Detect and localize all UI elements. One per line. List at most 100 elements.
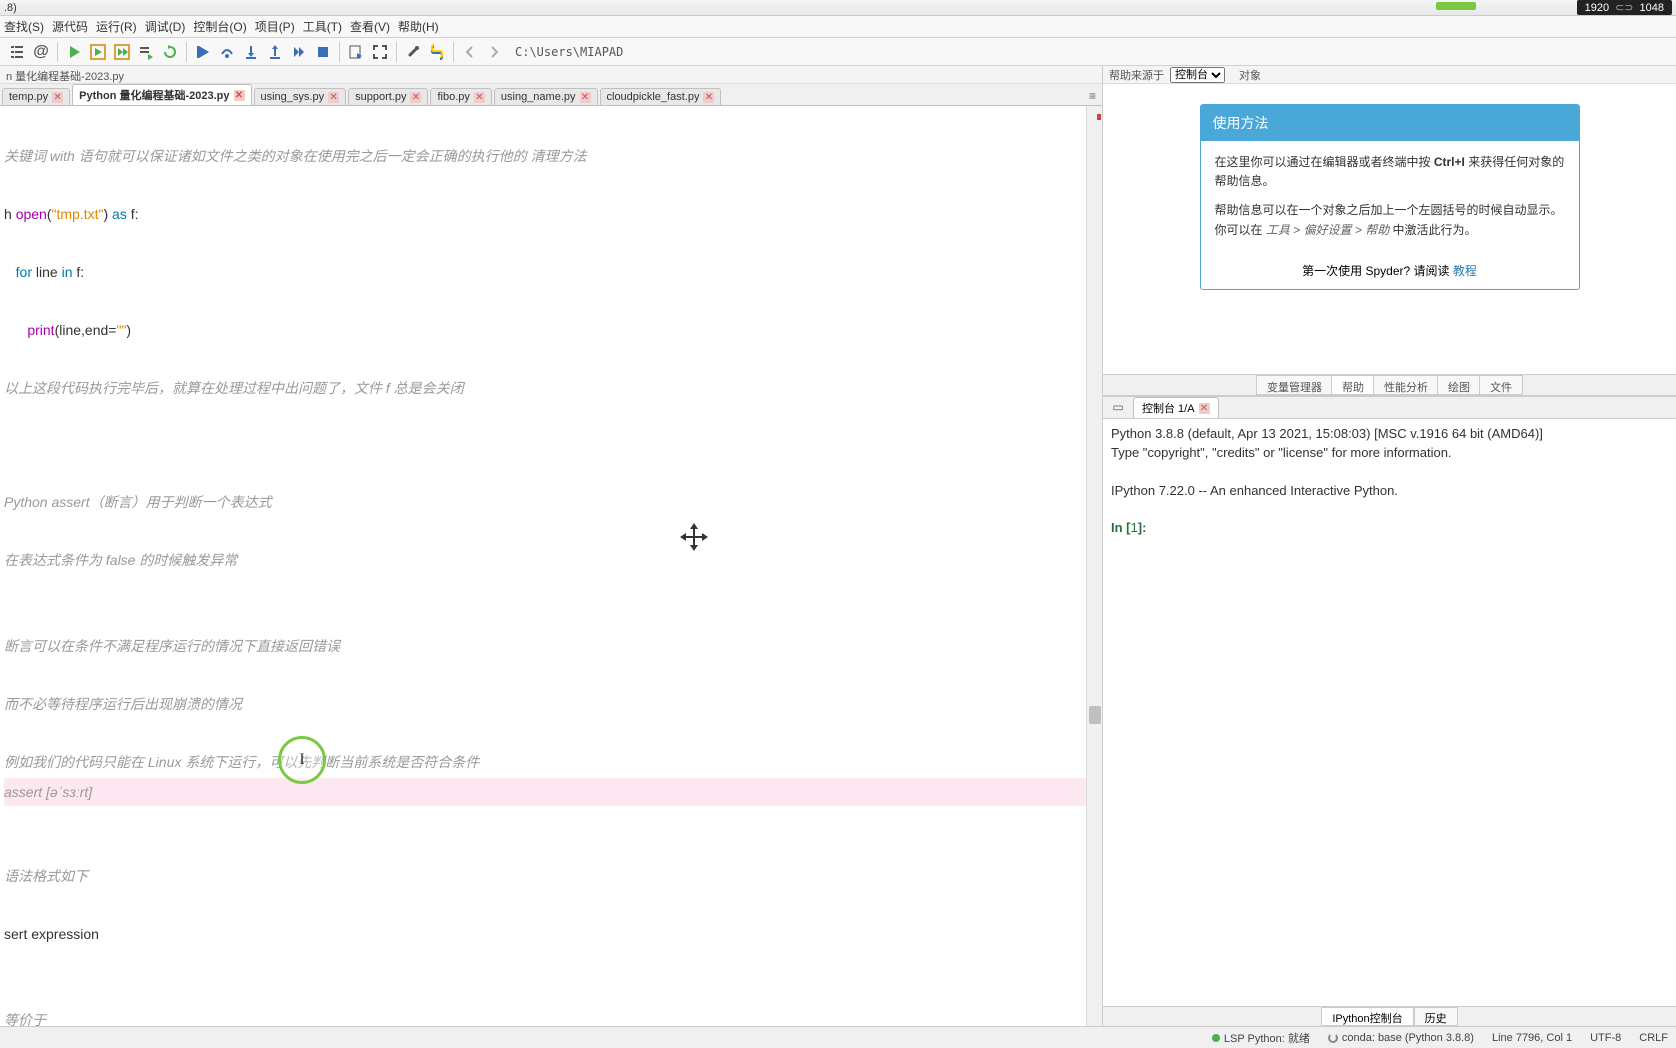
close-icon[interactable]: ✕ (328, 92, 339, 103)
tab-fibo[interactable]: fibo.py✕ (430, 88, 491, 105)
run-selection-icon[interactable] (135, 41, 157, 63)
spinner-icon (1328, 1033, 1338, 1043)
status-conda[interactable]: conda: base (Python 3.8.8) (1328, 1032, 1474, 1044)
code-editor[interactable]: 关键词 with 语句就可以保证诸如文件之类的对象在使用完之后一定会正确的执行他… (0, 106, 1102, 1026)
title-fragment: .8) (4, 2, 17, 14)
close-icon[interactable]: ✕ (703, 92, 714, 103)
outline-icon[interactable] (6, 41, 28, 63)
tab-using-sys[interactable]: using_sys.py✕ (254, 88, 347, 105)
move-cursor-icon (678, 521, 710, 553)
forward-icon[interactable] (483, 41, 505, 63)
close-icon[interactable]: ✕ (52, 92, 63, 103)
separator (396, 42, 397, 62)
link-icon: ⊂⊃ (1615, 1, 1633, 14)
tab-list-icon[interactable]: ≡ (1083, 87, 1102, 105)
menu-debug[interactable]: 调试(D) (145, 18, 186, 35)
console-bottom-tabs: IPython控制台 历史 (1103, 1006, 1676, 1026)
continue-icon[interactable] (288, 41, 310, 63)
tab-temp[interactable]: temp.py✕ (2, 88, 70, 105)
tab-cloudpickle[interactable]: cloudpickle_fast.py✕ (600, 88, 722, 105)
separator (453, 42, 454, 62)
menu-project[interactable]: 项目(P) (255, 18, 295, 35)
menu-console[interactable]: 控制台(O) (193, 18, 246, 35)
tutorial-link[interactable]: 教程 (1453, 264, 1477, 278)
help-source-select[interactable]: 控制台 (1170, 67, 1225, 83)
preferences-icon[interactable] (402, 41, 424, 63)
help-card-body: 在这里你可以通过在编辑器或者终端中按 Ctrl+I 来获得任何对象的帮助信息。 … (1201, 141, 1579, 252)
resolution-indicator: 1920 ⊂⊃ 1048 (1577, 0, 1672, 15)
run-icon[interactable] (63, 41, 85, 63)
help-object-label: 对象 (1239, 67, 1261, 83)
stop-icon[interactable] (312, 41, 334, 63)
workspace: n 量化编程基础-2023.py temp.py✕ Python 量化编程基础-… (0, 66, 1676, 1026)
menu-tools[interactable]: 工具(T) (303, 18, 342, 35)
console-tab-1a[interactable]: 控制台 1/A ✕ (1133, 397, 1219, 418)
console-output[interactable]: Python 3.8.8 (default, Apr 13 2021, 15:0… (1103, 419, 1676, 1006)
rerun-icon[interactable] (159, 41, 181, 63)
tab-files[interactable]: 文件 (1479, 375, 1523, 395)
tab-using-name[interactable]: using_name.py✕ (494, 88, 598, 105)
tab-profiler[interactable]: 性能分析 (1373, 375, 1439, 395)
tab-plots[interactable]: 绘图 (1437, 375, 1481, 395)
help-panel: 使用方法 在这里你可以通过在编辑器或者终端中按 Ctrl+I 来获得任何对象的帮… (1103, 84, 1676, 374)
scroll-warning-marker (1097, 114, 1101, 120)
step-over-icon[interactable] (216, 41, 238, 63)
step-out-icon[interactable] (264, 41, 286, 63)
menu-source[interactable]: 源代码 (52, 18, 88, 35)
help-header: 帮助来源于 控制台 对象 (1103, 66, 1676, 84)
debug-file-icon[interactable] (345, 41, 367, 63)
close-icon[interactable]: ✕ (234, 90, 245, 101)
status-encoding: UTF-8 (1590, 1032, 1621, 1044)
progress-indicator (1436, 2, 1476, 10)
right-pane: 帮助来源于 控制台 对象 使用方法 在这里你可以通过在编辑器或者终端中按 Ctr… (1103, 66, 1676, 1026)
tab-history[interactable]: 历史 (1414, 1007, 1458, 1026)
tab-main[interactable]: Python 量化编程基础-2023.py✕ (72, 84, 251, 105)
close-icon[interactable]: ✕ (1199, 403, 1210, 414)
run-cell-advance-icon[interactable] (111, 41, 133, 63)
help-source-label: 帮助来源于 (1109, 67, 1164, 83)
step-into-icon[interactable] (240, 41, 262, 63)
tab-support[interactable]: support.py✕ (348, 88, 428, 105)
res-height: 1048 (1640, 2, 1664, 14)
editor-pane: n 量化编程基础-2023.py temp.py✕ Python 量化编程基础-… (0, 66, 1103, 1026)
titlebar: .8) 1920 ⊂⊃ 1048 (0, 0, 1676, 16)
toolbar: @ C:\Users\MIAPAD (0, 38, 1676, 66)
menu-run[interactable]: 运行(R) (96, 18, 137, 35)
separator (339, 42, 340, 62)
close-icon[interactable]: ✕ (474, 92, 485, 103)
menu-view[interactable]: 查看(V) (350, 18, 390, 35)
menu-help[interactable]: 帮助(H) (398, 18, 439, 35)
at-icon[interactable]: @ (30, 41, 52, 63)
menubar: 查找(S) 源代码 运行(R) 调试(D) 控制台(O) 项目(P) 工具(T)… (0, 16, 1676, 38)
tab-help[interactable]: 帮助 (1331, 375, 1375, 395)
separator (186, 42, 187, 62)
close-icon[interactable]: ✕ (580, 92, 591, 103)
res-width: 1920 (1585, 2, 1609, 14)
help-card: 使用方法 在这里你可以通过在编辑器或者终端中按 Ctrl+I 来获得任何对象的帮… (1200, 104, 1580, 290)
help-card-footer: 第一次使用 Spyder? 请阅读 教程 (1201, 252, 1579, 289)
working-dir-path: C:\Users\MIAPAD (515, 45, 623, 59)
run-cell-icon[interactable] (87, 41, 109, 63)
back-icon[interactable] (459, 41, 481, 63)
console-menu-icon[interactable]: ▭ (1107, 396, 1129, 418)
editor-scrollbar[interactable] (1086, 106, 1102, 1026)
separator (57, 42, 58, 62)
help-card-title: 使用方法 (1201, 105, 1579, 141)
tab-variable-explorer[interactable]: 变量管理器 (1256, 375, 1333, 395)
status-lsp: LSP Python: 就绪 (1212, 1030, 1310, 1046)
text-cursor-highlight: I (278, 736, 326, 784)
maximize-icon[interactable] (369, 41, 391, 63)
close-icon[interactable]: ✕ (410, 92, 421, 103)
console-tabs: ▭ 控制台 1/A ✕ (1103, 397, 1676, 419)
scroll-thumb[interactable] (1089, 706, 1101, 724)
file-breadcrumb: n 量化编程基础-2023.py (0, 66, 1102, 84)
python-path-icon[interactable] (426, 41, 448, 63)
status-eol: CRLF (1639, 1032, 1668, 1044)
status-position: Line 7796, Col 1 (1492, 1032, 1572, 1044)
status-dot-icon (1212, 1034, 1220, 1042)
code-content: 关键词 with 语句就可以保证诸如文件之类的对象在使用完之后一定会正确的执行他… (0, 106, 1102, 1026)
debug-icon[interactable] (192, 41, 214, 63)
statusbar: LSP Python: 就绪 conda: base (Python 3.8.8… (0, 1026, 1676, 1048)
tab-ipython-console[interactable]: IPython控制台 (1321, 1007, 1413, 1026)
menu-find[interactable]: 查找(S) (4, 18, 44, 35)
